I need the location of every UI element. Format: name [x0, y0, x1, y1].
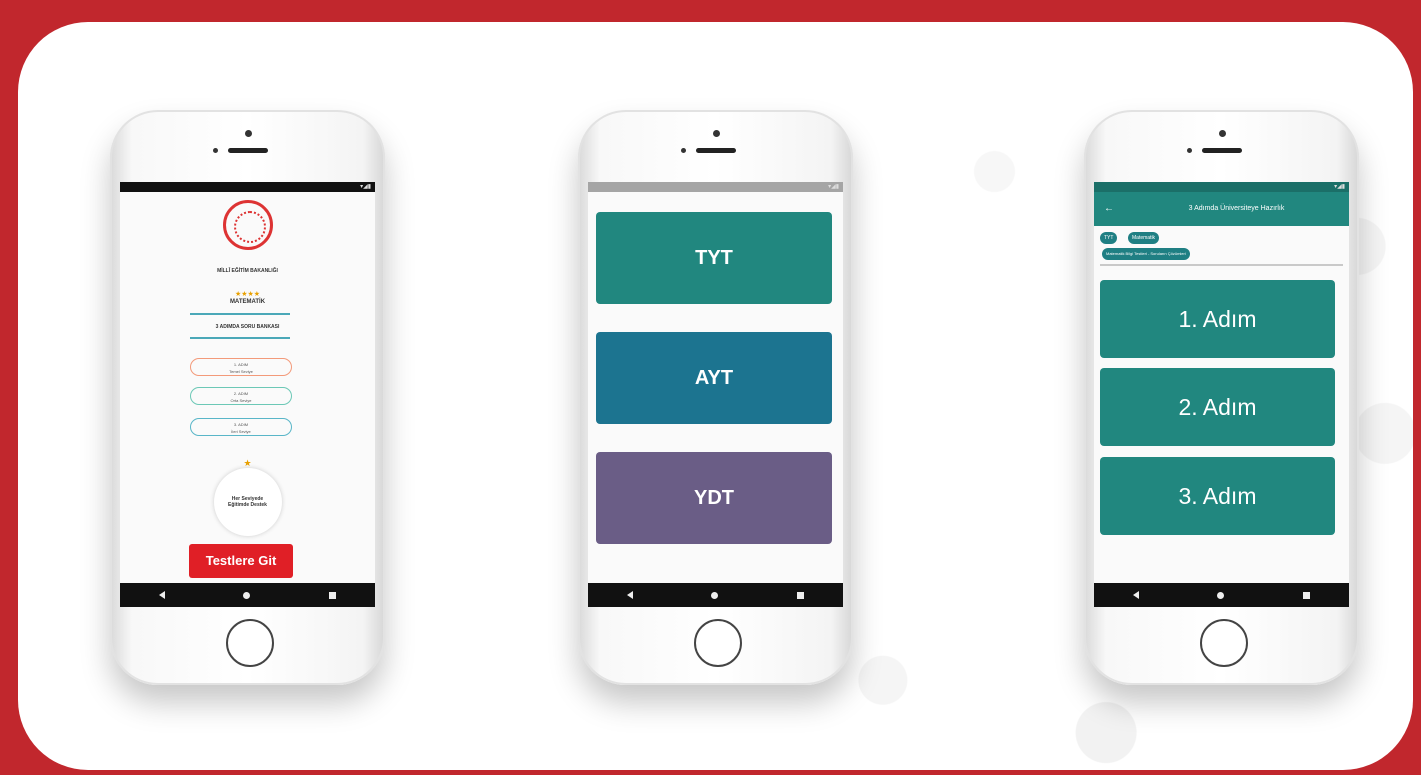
camera — [712, 130, 720, 137]
divider-line — [190, 313, 290, 315]
phone-1-screen: ▾◢▮ MİLLÎ EĞİTİM BAKANLIĞI ★★★★ MATEMATİ… — [120, 182, 375, 607]
home-icon[interactable] — [711, 591, 719, 599]
step-title: 1. ADIM — [233, 362, 249, 367]
divider-line — [190, 337, 290, 339]
subject-title: MATEMATİK — [229, 299, 266, 305]
info-circle: Her Seviyede Eğitimde Destek — [213, 468, 282, 536]
book-title: 3 ADIMDA SORU BANKASI — [215, 324, 280, 330]
home-button[interactable] — [225, 619, 274, 667]
step-title: 3. ADIM — [233, 422, 249, 427]
status-bar: ▾◢▮ — [120, 182, 375, 192]
step-subtitle: Temel Seviye — [229, 369, 253, 374]
speaker — [227, 148, 268, 153]
recents-icon[interactable] — [796, 591, 804, 599]
back-arrow-icon[interactable]: ← — [1104, 192, 1114, 226]
home-icon[interactable] — [243, 591, 251, 599]
step-subtitle: İleri Seviye — [231, 429, 251, 434]
circle-text: Her Seviyede Eğitimde Destek — [228, 496, 267, 508]
back-icon[interactable] — [627, 591, 634, 599]
step-3-card[interactable]: 3. ADIM İleri Seviye — [190, 418, 292, 436]
ministry-logo — [222, 200, 273, 250]
nav-bar — [1094, 583, 1349, 607]
step-title: 2. ADIM — [233, 391, 249, 396]
step-1-button[interactable]: 1. Adım — [1100, 280, 1335, 358]
home-button[interactable] — [693, 619, 742, 667]
status-bar: ▾◢▮ — [588, 182, 843, 192]
sensor-dot — [681, 148, 686, 153]
chip-subject[interactable]: Matematik — [1128, 232, 1160, 244]
step-2-card[interactable]: 2. ADIM Orta Seviye — [190, 387, 292, 405]
ydt-button[interactable]: YDT — [596, 452, 832, 544]
back-icon[interactable] — [159, 591, 166, 599]
camera — [244, 130, 252, 137]
home-icon[interactable] — [1217, 591, 1225, 599]
sensor-dot — [1187, 148, 1192, 153]
chip-topic[interactable]: Matematik Bilgi Testleri - Soruların Çöz… — [1102, 248, 1190, 260]
speaker — [695, 148, 736, 153]
nav-bar — [588, 583, 843, 607]
recents-icon[interactable] — [1302, 591, 1310, 599]
goto-tests-button[interactable]: Testlere Git — [189, 544, 293, 578]
step-1-card[interactable]: 1. ADIM Temel Seviye — [190, 358, 292, 376]
chip-tyt[interactable]: TYT — [1100, 232, 1118, 244]
status-bar: ▾◢▮ — [1094, 182, 1349, 192]
app-bar-title: 3 Adımda Üniversiteye Hazırlık — [1188, 205, 1285, 212]
phone-2: ▾◢▮ TYT AYT YDT — [578, 110, 853, 685]
phone-2-screen: ▾◢▮ TYT AYT YDT — [588, 182, 843, 607]
step-2-button[interactable]: 2. Adım — [1100, 368, 1335, 446]
stars-row: ★★★★ — [234, 291, 261, 298]
speaker — [1201, 148, 1242, 153]
phone-1: ▾◢▮ MİLLÎ EĞİTİM BAKANLIĞI ★★★★ MATEMATİ… — [110, 110, 385, 685]
ayt-button[interactable]: AYT — [596, 332, 832, 424]
ministry-label: MİLLÎ EĞİTİM BAKANLIĞI — [217, 268, 278, 274]
nav-bar — [120, 583, 375, 607]
home-button[interactable] — [1199, 619, 1248, 667]
step-3-button[interactable]: 3. Adım — [1100, 457, 1335, 535]
phone-3: ▾◢▮ ← 3 Adımda Üniversiteye Hazırlık TYT… — [1084, 110, 1359, 685]
recents-icon[interactable] — [328, 591, 336, 599]
divider — [1100, 264, 1343, 266]
sensor-dot — [213, 148, 218, 153]
app-bar: ← 3 Adımda Üniversiteye Hazırlık — [1094, 192, 1349, 226]
phone-3-screen: ▾◢▮ ← 3 Adımda Üniversiteye Hazırlık TYT… — [1094, 182, 1349, 607]
back-icon[interactable] — [1133, 591, 1140, 599]
promo-frame: ▾◢▮ MİLLÎ EĞİTİM BAKANLIĞI ★★★★ MATEMATİ… — [18, 22, 1413, 770]
step-subtitle: Orta Seviye — [230, 398, 252, 403]
tyt-button[interactable]: TYT — [596, 212, 832, 304]
camera — [1218, 130, 1226, 137]
